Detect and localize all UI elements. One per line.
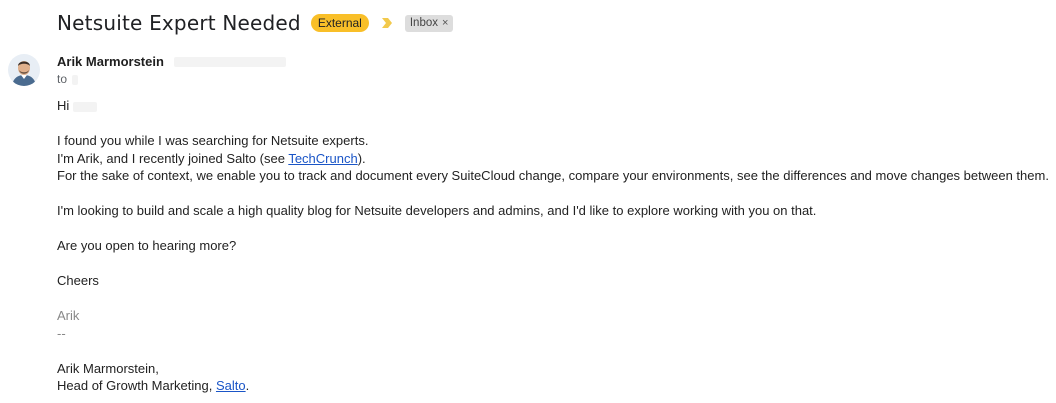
sender-email-redacted <box>174 57 286 67</box>
signature-title-post: . <box>245 378 250 393</box>
body-line-6: Cheers <box>57 273 99 288</box>
body-line-4: I'm looking to build and scale a high qu… <box>57 203 817 218</box>
techcrunch-link[interactable]: TechCrunch <box>288 151 357 166</box>
recipient-name-redacted <box>72 101 97 112</box>
greeting: Hi <box>57 98 70 113</box>
to-prefix: to <box>57 72 68 86</box>
body-line-2-pre: I'm Arik, and I recently joined Salto (s… <box>57 150 289 166</box>
label-external[interactable]: External <box>310 14 369 32</box>
sender-avatar[interactable] <box>8 54 40 86</box>
greeting-line: Hi <box>57 97 1049 115</box>
body-line-1: I found you while I was searching for Ne… <box>57 133 369 148</box>
signature-full-name: Arik Marmorstein, <box>57 360 159 376</box>
signature-separator: -- <box>57 325 66 341</box>
signature-title: Head of Growth Marketing, Salto. <box>57 377 1049 395</box>
body-line-3: For the sake of context, we enable you t… <box>57 168 1049 183</box>
email-subject: Netsuite Expert Needed <box>57 11 301 35</box>
signature-name: Arik <box>57 308 80 323</box>
salto-link[interactable]: Salto <box>216 378 246 393</box>
signature-title-pre: Head of Growth Marketing, <box>57 378 216 393</box>
body-line-2-post: ). <box>357 150 366 166</box>
subject-row: Netsuite Expert Needed External Inbox × <box>57 8 454 38</box>
label-inbox-text: Inbox <box>409 16 438 29</box>
recipient-line[interactable]: to <box>57 72 79 86</box>
recipient-redacted <box>72 74 79 85</box>
remove-label-icon[interactable]: × <box>442 16 448 31</box>
label-inbox[interactable]: Inbox × <box>404 14 454 32</box>
body-line-2: I'm Arik, and I recently joined Salto (s… <box>57 150 1049 168</box>
body-line-5: Are you open to hearing more? <box>57 238 237 253</box>
message-body: Hi I found you while I was searching for… <box>57 97 1049 395</box>
sender-name[interactable]: Arik Marmorstein <box>57 54 164 69</box>
importance-marker-icon[interactable] <box>381 17 393 29</box>
